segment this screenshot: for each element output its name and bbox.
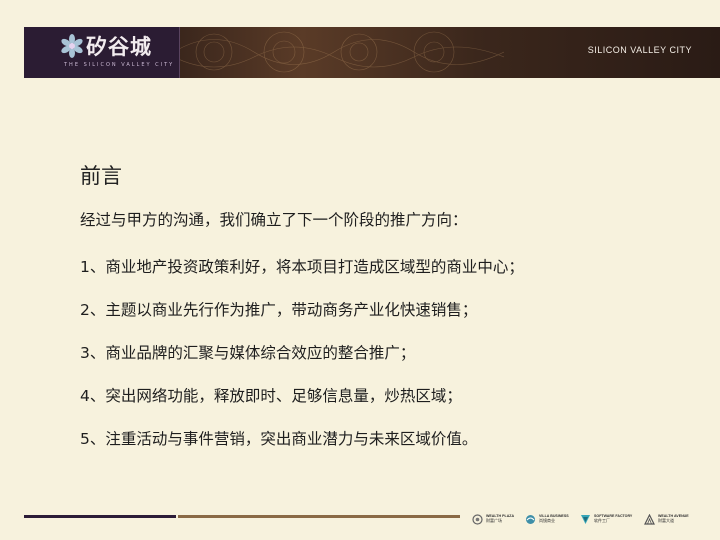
wealth-avenue-logo-icon: [644, 513, 655, 525]
footer-divider-dark: [24, 515, 176, 518]
brand-title: SILICON VALLEY CITY: [587, 45, 692, 55]
software-factory-logo-icon: [581, 514, 590, 524]
logo-text-en: THE SILICON VALLEY CITY: [64, 62, 175, 68]
brand-name-cn: 软件工厂: [594, 518, 610, 524]
list-item: 2、主题以商业先行作为推广，带动商务产业化快速销售；: [80, 301, 478, 319]
footer-brand-wealth-avenue: WEALTH AVENUE 财富大道: [644, 511, 689, 527]
brand-name-cn: 岚镜商业: [539, 518, 555, 524]
flower-logo-icon: [61, 34, 83, 58]
decorative-pattern: [174, 31, 504, 73]
logo-text-cn: 矽谷城: [86, 35, 152, 59]
brand-name-cn: 财富大道: [658, 518, 674, 524]
footer-brand-software-factory: SOFTWARE FACTORY 软件工厂: [580, 511, 632, 527]
villa-business-logo-icon: [526, 514, 535, 524]
list-item: 3、商业品牌的汇聚与媒体综合效应的整合推广；: [80, 344, 416, 362]
list-item: 1、商业地产投资政策利好，将本项目打造成区域型的商业中心；: [80, 258, 524, 276]
list-item: 4、突出网络功能，释放即时、足够信息量，炒热区域；: [80, 387, 462, 405]
footer-brand-wealth-plaza: WEALTH PLAZA 财富广场: [472, 511, 514, 527]
footer-divider-brown: [178, 515, 460, 518]
page-title: 前言: [80, 164, 122, 188]
logo: 矽谷城 THE SILICON VALLEY CITY: [24, 27, 180, 78]
wealth-plaza-logo-icon: [472, 513, 483, 525]
list-item: 5、注重活动与事件营销，突出商业潜力与未来区域价值。: [80, 430, 478, 448]
brand-name-cn: 财富广场: [486, 518, 502, 524]
footer-brand-villa-business: VILLA BUSINESS 岚镜商业: [525, 511, 569, 527]
intro-text: 经过与甲方的沟通，我们确立了下一个阶段的推广方向：: [80, 211, 468, 229]
slide: SILICON VALLEY CITY 矽谷城 THE SILICON VALL…: [0, 0, 720, 540]
